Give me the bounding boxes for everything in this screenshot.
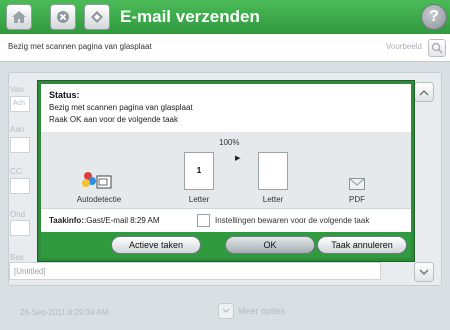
- chevron-down-icon: [419, 269, 429, 275]
- title-bar: E-mail verzenden ?: [0, 0, 450, 34]
- status-title: Status:: [49, 90, 80, 100]
- color-autodetect-icon: [82, 172, 112, 189]
- stop-button[interactable]: [50, 4, 76, 30]
- magnifier-icon: [431, 42, 443, 54]
- preview-button[interactable]: [428, 39, 446, 57]
- save-settings-label: Instellingen bewaren voor de volgende ta…: [215, 216, 370, 225]
- help-button[interactable]: ?: [421, 4, 447, 30]
- save-settings-checkbox[interactable]: [197, 214, 210, 227]
- home-icon: [12, 11, 26, 23]
- output-page: [258, 152, 288, 190]
- flow-arrow-icon: ▶: [235, 155, 241, 162]
- chevron-up-icon: [419, 89, 429, 95]
- more-options-button[interactable]: Meer opties: [218, 303, 285, 319]
- ok-button[interactable]: OK: [225, 236, 315, 254]
- page-count: 1: [196, 166, 202, 175]
- stop-icon: [57, 11, 69, 23]
- status-dialog: Status: Bezig met scannen pagina van gla…: [37, 80, 415, 262]
- start-button[interactable]: [84, 4, 110, 30]
- format-label: PDF: [349, 195, 365, 204]
- status-line-1: Bezig met scannen pagina van glasplaat: [49, 103, 193, 112]
- help-icon: ?: [429, 8, 439, 25]
- status-message: Bezig met scannen pagina van glasplaat: [8, 42, 152, 51]
- to-field[interactable]: [10, 137, 30, 153]
- subject-label: Ond: [10, 210, 26, 219]
- job-progress-panel: 100% ▶ Autodetectie 1 Letter Letter PDF: [41, 132, 411, 208]
- job-info: Taakinfo::Gast/E-mail 8:29 AM: [49, 216, 160, 225]
- scroll-up-button[interactable]: [414, 82, 434, 102]
- active-jobs-button[interactable]: Actieve taken: [111, 236, 201, 254]
- cc-label: CC:: [10, 167, 24, 176]
- cc-field[interactable]: [10, 178, 30, 194]
- start-icon: [91, 11, 103, 23]
- job-info-value: :Gast/E-mail 8:29 AM: [83, 216, 160, 225]
- page-title: E-mail verzenden: [120, 7, 260, 26]
- to-label: Aan: [10, 125, 25, 134]
- options-icon: [218, 303, 234, 319]
- progress-percent: 100%: [219, 138, 240, 147]
- filename-field[interactable]: [Untitled]: [9, 262, 381, 280]
- letter-label-2: Letter: [262, 195, 284, 204]
- scanned-page: 1: [184, 152, 214, 190]
- dialog-header: Status: Bezig met scannen pagina van gla…: [41, 84, 411, 132]
- envelope-icon: [349, 178, 365, 190]
- job-info-row: Taakinfo::Gast/E-mail 8:29 AM Instelling…: [41, 208, 411, 232]
- more-options-label: Meer opties: [238, 306, 286, 316]
- cancel-job-button[interactable]: Taak annuleren: [317, 236, 407, 254]
- status-line-2: Raak OK aan voor de volgende taak: [49, 115, 178, 124]
- home-button[interactable]: [6, 4, 32, 30]
- timestamp: 26-Sep-2011 8:29:34 AM: [20, 308, 109, 317]
- preview-label: Voorbeeld: [385, 42, 422, 51]
- from-label: Van: [10, 85, 24, 94]
- letter-label-1: Letter: [188, 195, 210, 204]
- scroll-down-button[interactable]: [414, 262, 434, 282]
- status-strip: Bezig met scannen pagina van glasplaat V…: [0, 34, 450, 62]
- dialog-button-bar: Actieve taken OK Taak annuleren: [41, 232, 411, 258]
- filename-label: Bes: [10, 253, 24, 262]
- job-info-label: Taakinfo:: [49, 216, 84, 225]
- subject-field[interactable]: [10, 220, 30, 236]
- source-label: Autodetectie: [76, 195, 122, 204]
- from-field[interactable]: Ach: [10, 96, 30, 112]
